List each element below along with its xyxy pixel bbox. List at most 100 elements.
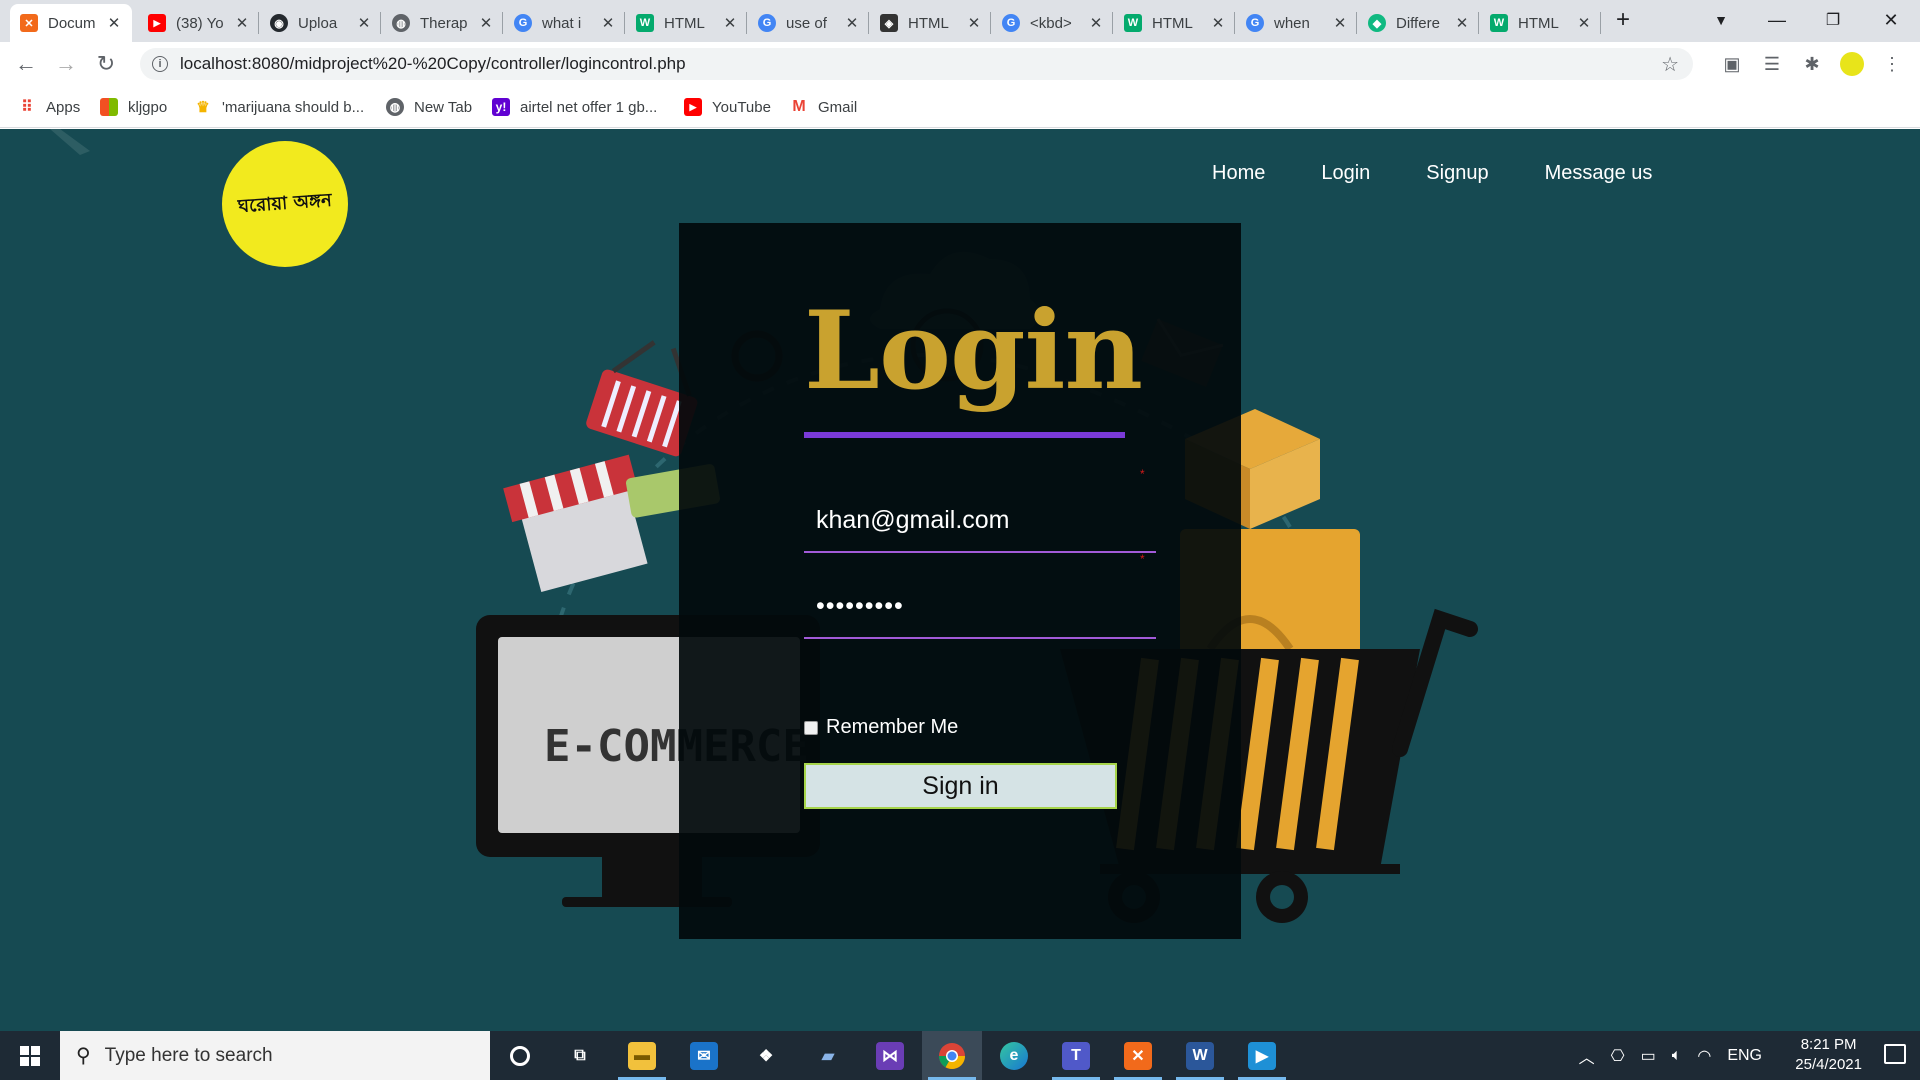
minimize-button[interactable]: — [1752,0,1802,40]
remember-me-checkbox[interactable] [804,720,818,735]
github-icon: ◉ [270,14,288,32]
word-icon[interactable]: W [1170,1031,1230,1080]
close-icon[interactable]: ✕ [722,14,738,32]
close-icon[interactable]: ✕ [1210,14,1226,32]
facebook-extension-icon[interactable]: ▣ [1720,52,1744,76]
bookmark-marijuana[interactable]: ♛ 'marijuana should b... [194,94,364,120]
visual-studio-icon[interactable]: ⋈ [860,1031,920,1080]
tab-google-use[interactable]: G use of ✕ [748,4,870,42]
menu-kebab-icon[interactable]: ⋮ [1880,52,1904,76]
back-button[interactable]: ← [10,48,42,80]
user-folder-icon[interactable]: ▰ [798,1031,858,1080]
tab-html-2[interactable]: ◈ HTML ✕ [870,4,992,42]
close-icon[interactable]: ✕ [234,14,250,32]
tab-github[interactable]: ◉ Uploa ✕ [260,4,382,42]
taskbar-search-box[interactable]: ⚲ Type here to search [60,1031,490,1080]
window-close-button[interactable]: ✕ [1866,0,1916,40]
file-explorer-icon[interactable]: ▬ [612,1031,672,1080]
close-icon[interactable]: ✕ [1454,14,1470,32]
language-indicator[interactable]: ENG [1727,1047,1762,1065]
login-card: Login * * Remember Me Sign in [679,223,1241,939]
address-bar[interactable]: i localhost:8080/midproject%20-%20Copy/c… [140,48,1693,80]
nav-signup[interactable]: Signup [1426,162,1488,185]
tab-search-icon[interactable]: ▼ [1696,0,1746,40]
remember-me-row: Remember Me [804,716,958,739]
bookmark-airtel[interactable]: y! airtel net offer 1 gb... [492,94,657,120]
close-icon[interactable]: ✕ [478,14,494,32]
bookmark-label: Gmail [818,98,858,116]
tab-title: (38) Yo [176,14,224,32]
nav-home[interactable]: Home [1212,162,1265,185]
tab-differe[interactable]: ◆ Differe ✕ [1358,4,1480,42]
bookmark-star-icon[interactable]: ☆ [1661,52,1679,77]
stack-extension-icon[interactable]: ☰ [1760,52,1784,76]
close-icon[interactable]: ✕ [600,14,616,32]
tab-title: HTML [908,14,949,32]
sign-in-button[interactable]: Sign in [804,763,1117,809]
google-icon: G [1002,14,1020,32]
xampp-icon[interactable]: ✕ [1108,1031,1168,1080]
gmail-icon: M [792,98,806,115]
required-marker: * [1140,467,1145,481]
edge-icon[interactable]: e [984,1031,1044,1080]
w3schools-icon: W [636,14,654,32]
bookmark-label: YouTube [712,98,771,116]
restore-button[interactable]: ❐ [1808,0,1858,40]
close-icon[interactable]: ✕ [844,14,860,32]
wifi-icon[interactable]: ◠ [1697,1046,1711,1066]
info-icon[interactable]: i [152,56,168,72]
close-icon[interactable]: ✕ [1576,14,1592,32]
required-marker: * [1140,552,1145,566]
shield-icon: ◆ [1368,14,1386,32]
tab-docum[interactable]: ✕ Docum ✕ [10,4,132,42]
new-tab-button[interactable]: + [1598,0,1648,40]
close-icon[interactable]: ✕ [1088,14,1104,32]
clock-date: 25/4/2021 [1795,1056,1862,1073]
tab-title: <kbd> [1030,14,1072,32]
volume-icon[interactable]: 🔈︎ [1672,1047,1682,1065]
password-field[interactable] [804,575,1156,639]
teams-icon[interactable]: T [1046,1031,1106,1080]
forward-button[interactable]: → [50,48,82,80]
extensions-puzzle-icon[interactable]: ✱ [1800,52,1824,76]
chevron-up-icon[interactable]: ︿ [1579,1044,1595,1068]
cortana-icon[interactable] [490,1031,550,1080]
tab-html-4[interactable]: W HTML ✕ [1480,4,1602,42]
dropbox-icon[interactable]: ❖ [736,1031,796,1080]
tab-youtube[interactable]: ▶ (38) Yo ✕ [138,4,260,42]
bookmark-label: 'marijuana should b... [222,98,365,116]
notifications-icon[interactable] [1884,1044,1906,1064]
devdocs-icon: ◈ [880,14,898,32]
meet-now-icon[interactable]: ⎔ [1611,1046,1625,1066]
tab-html-3[interactable]: W HTML ✕ [1114,4,1236,42]
bookmark-youtube[interactable]: ▶ YouTube [684,94,771,120]
chrome-icon[interactable] [922,1031,982,1080]
battery-icon[interactable]: ▭ [1641,1046,1656,1066]
tab-google-when[interactable]: G when ✕ [1236,4,1358,42]
remember-me-label: Remember Me [826,716,959,738]
mail-icon[interactable]: ✉ [674,1031,734,1080]
start-button[interactable] [0,1031,60,1080]
site-logo[interactable]: ঘরোয়া অঙ্গন [222,141,348,267]
bookmark-kljgpo[interactable]: kljgpo [100,94,167,120]
profile-avatar[interactable] [1840,52,1864,76]
close-icon[interactable]: ✕ [1332,14,1348,32]
bookmark-apps[interactable]: ⠿ Apps [18,94,80,120]
email-field[interactable] [804,489,1156,553]
clock[interactable]: 8:21 PM 25/4/2021 [1795,1035,1862,1075]
close-icon[interactable]: ✕ [106,14,122,32]
reload-button[interactable]: ↻ [90,48,122,80]
tab-google-what[interactable]: G what i ✕ [504,4,626,42]
close-icon[interactable]: ✕ [356,14,372,32]
bookmark-new-tab[interactable]: ◍ New Tab [386,94,472,120]
tab-html-1[interactable]: W HTML ✕ [626,4,748,42]
close-icon[interactable]: ✕ [966,14,982,32]
nav-message-us[interactable]: Message us [1545,162,1653,185]
tab-therap[interactable]: ◍ Therap ✕ [382,4,504,42]
bookmark-gmail[interactable]: M Gmail [790,94,857,120]
task-view-icon[interactable]: ⧉ [550,1031,610,1080]
nav-login[interactable]: Login [1321,162,1370,185]
tab-google-kbd[interactable]: G <kbd> ✕ [992,4,1114,42]
video-icon[interactable]: ▶ [1232,1031,1292,1080]
youtube-icon: ▶ [148,14,166,32]
